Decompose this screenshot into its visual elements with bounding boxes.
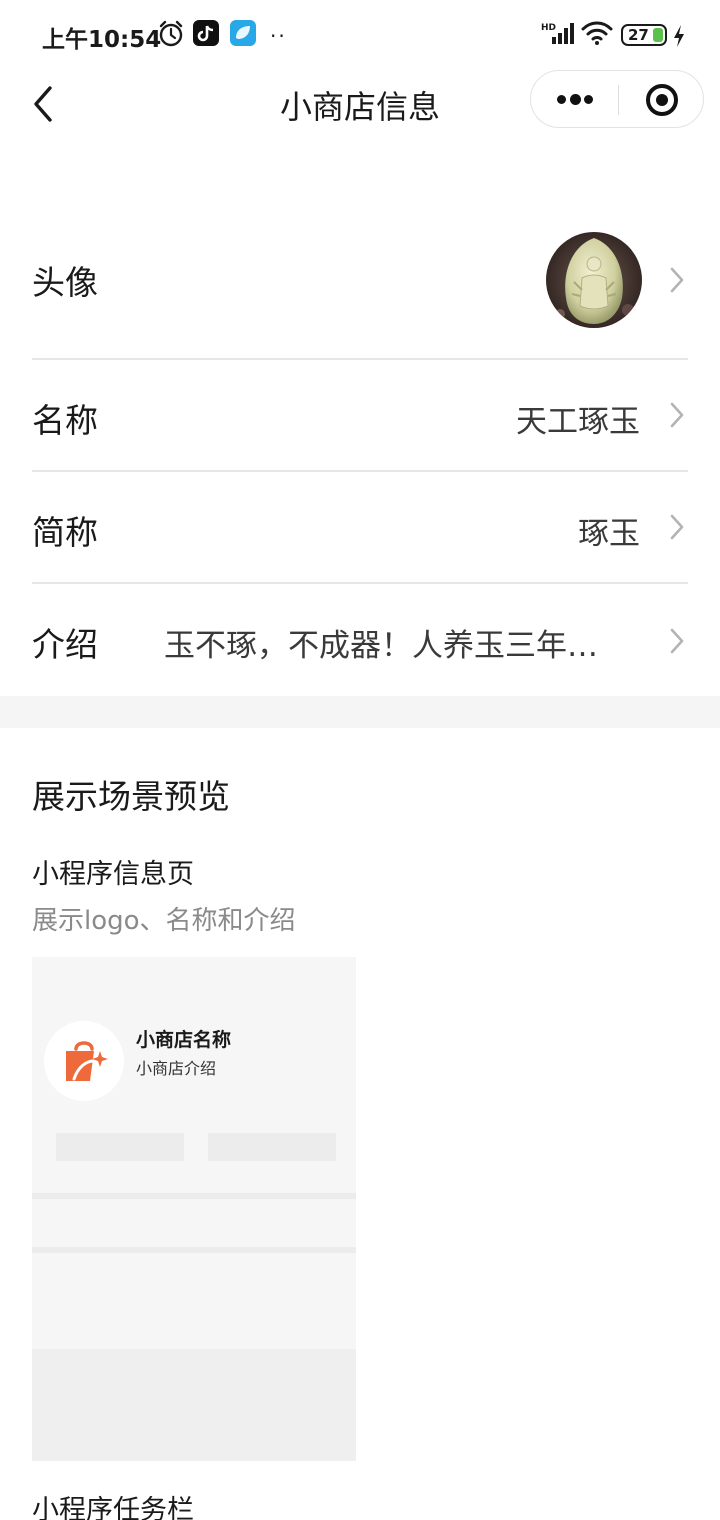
row-label: 名称	[32, 401, 98, 440]
row-intro[interactable]: 介绍 玉不琢，不成器！人养玉三年…	[32, 584, 688, 696]
battery-icon: 27	[621, 24, 667, 46]
target-circle-center	[656, 94, 668, 106]
tiktok-icon	[193, 20, 219, 46]
row-short-name[interactable]: 简称 琢玉	[32, 472, 688, 582]
row-label: 头像	[32, 263, 98, 302]
hd-signal-icon: HD	[541, 23, 574, 44]
info-page-desc: 展示logo、名称和介绍	[32, 906, 296, 936]
blue-app-icon	[230, 20, 256, 46]
row-value: 天工琢玉	[516, 404, 640, 440]
placeholder-block	[208, 1133, 336, 1161]
svg-text:HD: HD	[541, 23, 556, 33]
row-value: 琢玉	[578, 516, 640, 552]
placeholder-line	[32, 1247, 356, 1253]
nav-bar: 小商店信息	[0, 70, 720, 136]
row-label: 介绍	[32, 625, 98, 664]
placeholder-line	[32, 1193, 356, 1199]
chevron-right-icon	[670, 628, 684, 654]
placeholder-bottom	[32, 1349, 356, 1461]
row-avatar[interactable]: 头像	[32, 232, 688, 328]
preview-logo	[44, 1021, 124, 1101]
more-dot-right	[584, 95, 593, 104]
status-time: 上午10:54	[42, 27, 162, 53]
row-label: 简称	[32, 513, 98, 552]
target-circle-icon	[646, 84, 678, 116]
chevron-right-icon	[670, 514, 684, 540]
more-menu-button[interactable]	[531, 71, 617, 127]
battery-fill	[653, 28, 663, 42]
battery-level: 27	[628, 26, 649, 44]
placeholder-block	[56, 1133, 184, 1161]
capsule-menu	[530, 70, 704, 128]
charge-icon	[674, 25, 684, 47]
wifi-icon	[581, 21, 613, 45]
preview-shop-name: 小商店名称	[136, 1029, 232, 1051]
section-gap	[0, 696, 720, 728]
status-bar: 上午10:54 ·· HD 27	[0, 0, 720, 70]
row-name[interactable]: 名称 天工琢玉	[32, 360, 688, 470]
preview-shop-intro: 小商店介绍	[136, 1059, 217, 1078]
info-page-title: 小程序信息页	[32, 859, 194, 890]
shopping-bag-icon	[66, 1041, 108, 1081]
chevron-right-icon	[670, 267, 684, 293]
section-title: 展示场景预览	[32, 777, 230, 816]
row-value: 玉不琢，不成器！人养玉三年…	[164, 628, 598, 664]
taskbar-title: 小程序任务栏	[32, 1495, 194, 1520]
chevron-right-icon	[670, 402, 684, 428]
more-dots-icon	[557, 95, 566, 104]
close-miniprogram-button[interactable]	[619, 71, 705, 127]
avatar	[546, 232, 642, 328]
more-dots-icon: ··	[270, 24, 287, 48]
more-dot-center	[570, 94, 581, 105]
preview-card: 小商店名称 小商店介绍	[32, 957, 356, 1461]
alarm-icon	[159, 20, 183, 47]
